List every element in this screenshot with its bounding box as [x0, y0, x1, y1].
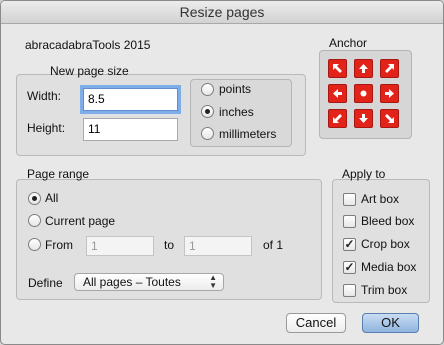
anchor-legend: Anchor: [329, 36, 368, 50]
range-from-label: From: [45, 238, 73, 252]
trim-box-checkbox[interactable]: [343, 284, 356, 297]
page-range-legend: Page range: [27, 167, 90, 181]
width-label: Width:: [27, 89, 62, 103]
to-label: to: [164, 238, 175, 252]
arrow-down-right-icon[interactable]: [380, 109, 399, 128]
arrow-down-left-icon[interactable]: [328, 109, 347, 128]
cancel-button[interactable]: Cancel: [286, 313, 346, 333]
arrow-up-right-icon[interactable]: [380, 59, 399, 78]
apply-to-legend: Apply to: [342, 167, 386, 181]
height-input[interactable]: 11: [83, 118, 178, 141]
art-box-checkbox[interactable]: [343, 193, 356, 206]
range-current-label: Current page: [45, 214, 116, 228]
media-box-label: Media box: [361, 260, 417, 274]
define-label: Define: [28, 276, 63, 290]
height-label: Height:: [27, 121, 66, 135]
arrow-down-icon[interactable]: [354, 109, 373, 128]
range-current-radio[interactable]: [28, 214, 41, 227]
checkmark-icon: ✓: [344, 260, 355, 274]
chevron-updown-icon: ▲ ▼: [209, 273, 217, 290]
range-all-radio[interactable]: [28, 192, 41, 205]
trim-box-label: Trim box: [361, 283, 408, 297]
arrow-up-left-icon[interactable]: [328, 59, 347, 78]
to-page-input[interactable]: 1: [184, 236, 252, 256]
bleed-box-label: Bleed box: [361, 214, 415, 228]
crop-box-checkbox[interactable]: ✓: [343, 238, 356, 251]
crop-box-label: Crop box: [361, 237, 410, 251]
define-select[interactable]: All pages – Toutes ▲ ▼: [74, 273, 224, 291]
arrow-up-icon[interactable]: [354, 59, 373, 78]
media-box-checkbox[interactable]: ✓: [343, 261, 356, 274]
unit-inches-radio[interactable]: [201, 105, 214, 118]
define-select-value: All pages – Toutes: [83, 275, 181, 289]
app-name: abracadabraTools 2015: [25, 38, 151, 52]
unit-points-radio[interactable]: [201, 83, 214, 96]
resize-pages-dialog: Resize pages abracadabraTools 2015 New p…: [0, 0, 444, 345]
bleed-box-checkbox[interactable]: [343, 215, 356, 228]
width-input[interactable]: 8.5: [83, 88, 178, 111]
page-count-text: of 1: [263, 238, 284, 252]
arrow-left-icon[interactable]: [328, 84, 347, 103]
ok-button[interactable]: OK: [362, 313, 419, 333]
range-all-label: All: [45, 191, 59, 205]
art-box-label: Art box: [361, 192, 400, 206]
range-from-radio[interactable]: [28, 238, 41, 251]
unit-millimeters-radio[interactable]: [201, 127, 214, 140]
window-title: Resize pages: [1, 1, 443, 24]
arrow-right-icon[interactable]: [380, 84, 399, 103]
page-size-legend: New page size: [50, 64, 129, 78]
checkmark-icon: ✓: [344, 237, 355, 251]
from-page-input[interactable]: 1: [86, 236, 154, 256]
unit-millimeters-label: millimeters: [219, 127, 277, 141]
unit-points-label: points: [219, 82, 252, 96]
dot-center-icon[interactable]: [354, 84, 373, 103]
unit-inches-label: inches: [219, 105, 254, 119]
